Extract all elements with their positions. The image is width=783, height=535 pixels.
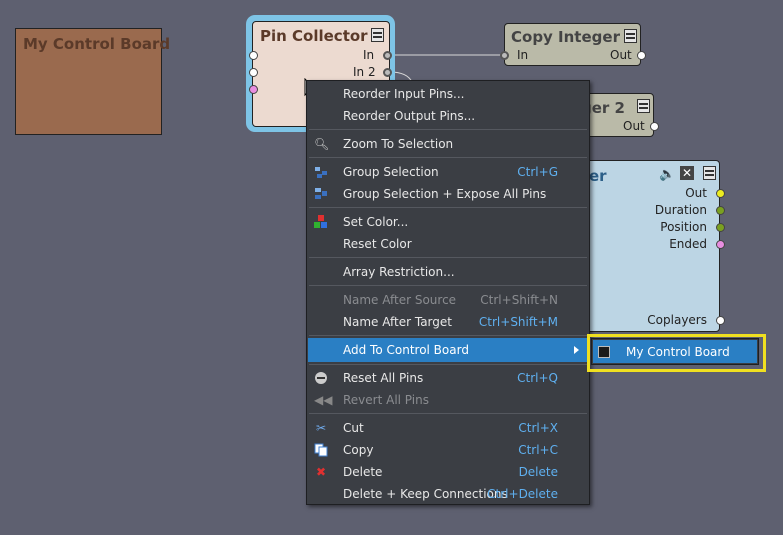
menu-item-reorder-input-pins[interactable]: Reorder Input Pins... [308, 83, 588, 105]
group-icon [314, 165, 328, 179]
submenu: My Control Board [591, 338, 759, 365]
delete-icon: ✖ [315, 465, 327, 479]
output-pin[interactable] [637, 51, 646, 60]
copy-integer-out-label: Out [610, 48, 632, 62]
media-pin-ended-label: Ended [669, 237, 707, 251]
node-menu-icon[interactable] [637, 99, 650, 113]
menu-separator [309, 157, 587, 158]
menu-separator [309, 207, 587, 208]
node-menu-icon[interactable] [371, 28, 384, 42]
menu-item-cut[interactable]: ✂ Cut Ctrl+X [308, 417, 588, 439]
menu-separator [309, 364, 587, 365]
output-pin[interactable] [716, 240, 725, 249]
copy-integer-title: Copy Integer [511, 28, 620, 46]
copy-integer-in-label: In [517, 48, 529, 62]
menu-item-group-selection[interactable]: Group Selection Ctrl+G [308, 161, 588, 183]
control-board-icon [598, 346, 610, 358]
input-pin[interactable] [500, 51, 509, 60]
pin-collector-title: Pin Collector [260, 27, 368, 45]
media-pin-coplayers-label: Coplayers [647, 313, 707, 327]
close-icon[interactable]: ✕ [680, 166, 694, 180]
output-pin[interactable] [383, 68, 392, 77]
revert-icon: ◀◀ [314, 393, 333, 407]
color-icon [314, 215, 328, 229]
menu-separator [309, 285, 587, 286]
menu-item-copy[interactable]: Copy Ctrl+C [308, 439, 588, 461]
menu-item-name-after-source: Name After Source Ctrl+Shift+N [343, 293, 558, 307]
copy-integer-node[interactable]: Copy Integer In Out [500, 23, 646, 66]
output-pin[interactable] [650, 122, 659, 131]
submenu-item-label: My Control Board [626, 345, 730, 359]
submenu-arrow-icon [574, 346, 579, 354]
menu-item-group-selection-expose-all-pins[interactable]: Group Selection + Expose All Pins [308, 183, 588, 205]
media-player-title: er [589, 167, 607, 185]
pin-collector-in2-label: In 2 [353, 65, 376, 79]
menu-item-delete-keep-connections[interactable]: Delete + Keep Connections Ctrl+Delete [308, 483, 588, 505]
speaker-icon[interactable]: 🔈 [659, 167, 675, 182]
menu-item-delete[interactable]: ✖ Delete Delete [308, 461, 588, 483]
context-menu: Reorder Input Pins... Reorder Output Pin… [306, 80, 590, 505]
scissors-icon: ✂ [315, 421, 327, 435]
output-pin[interactable] [716, 189, 725, 198]
menu-separator [309, 413, 587, 414]
menu-separator [309, 335, 587, 336]
menu-separator [309, 257, 587, 258]
submenu-item-my-control-board[interactable]: My Control Board [593, 340, 757, 363]
menu-separator [309, 129, 587, 130]
menu-item-zoom-to-selection[interactable]: 🔍︎ Zoom To Selection [308, 133, 588, 155]
menu-item-reset-color[interactable]: Reset Color [308, 233, 588, 255]
media-pin-position-label: Position [660, 220, 707, 234]
output-pin[interactable] [716, 206, 725, 215]
node-menu-icon[interactable] [703, 166, 716, 180]
output-pin[interactable] [716, 223, 725, 232]
group-expose-icon [314, 187, 328, 201]
pin-collector-in-label: In [363, 48, 375, 62]
menu-item-revert-all-pins: ◀◀ Revert All Pins [314, 393, 429, 407]
input-pin-pink[interactable] [249, 85, 258, 94]
menu-item-reset-all-pins[interactable]: Reset All Pins Ctrl+Q [308, 367, 588, 389]
copy-icon [314, 443, 328, 457]
menu-item-add-to-control-board[interactable]: Add To Control Board [308, 338, 588, 362]
output-pin[interactable] [383, 51, 392, 60]
media-pin-duration-label: Duration [654, 203, 707, 217]
menu-item-array-restriction[interactable]: Array Restriction... [308, 261, 588, 283]
copy-integer-2-out-label: Out [623, 119, 645, 133]
input-pin[interactable] [249, 68, 258, 77]
media-pin-out-label: Out [685, 186, 707, 200]
menu-item-set-color[interactable]: Set Color... [308, 211, 588, 233]
magnifier-icon: 🔍︎ [314, 137, 330, 151]
menu-item-reorder-output-pins[interactable]: Reorder Output Pins... [308, 105, 588, 127]
node-menu-icon[interactable] [624, 29, 637, 43]
input-pin[interactable] [249, 51, 258, 60]
reset-icon [314, 371, 328, 385]
menu-item-name-after-target[interactable]: Name After Target Ctrl+Shift+M [308, 311, 588, 333]
output-pin[interactable] [716, 316, 725, 325]
